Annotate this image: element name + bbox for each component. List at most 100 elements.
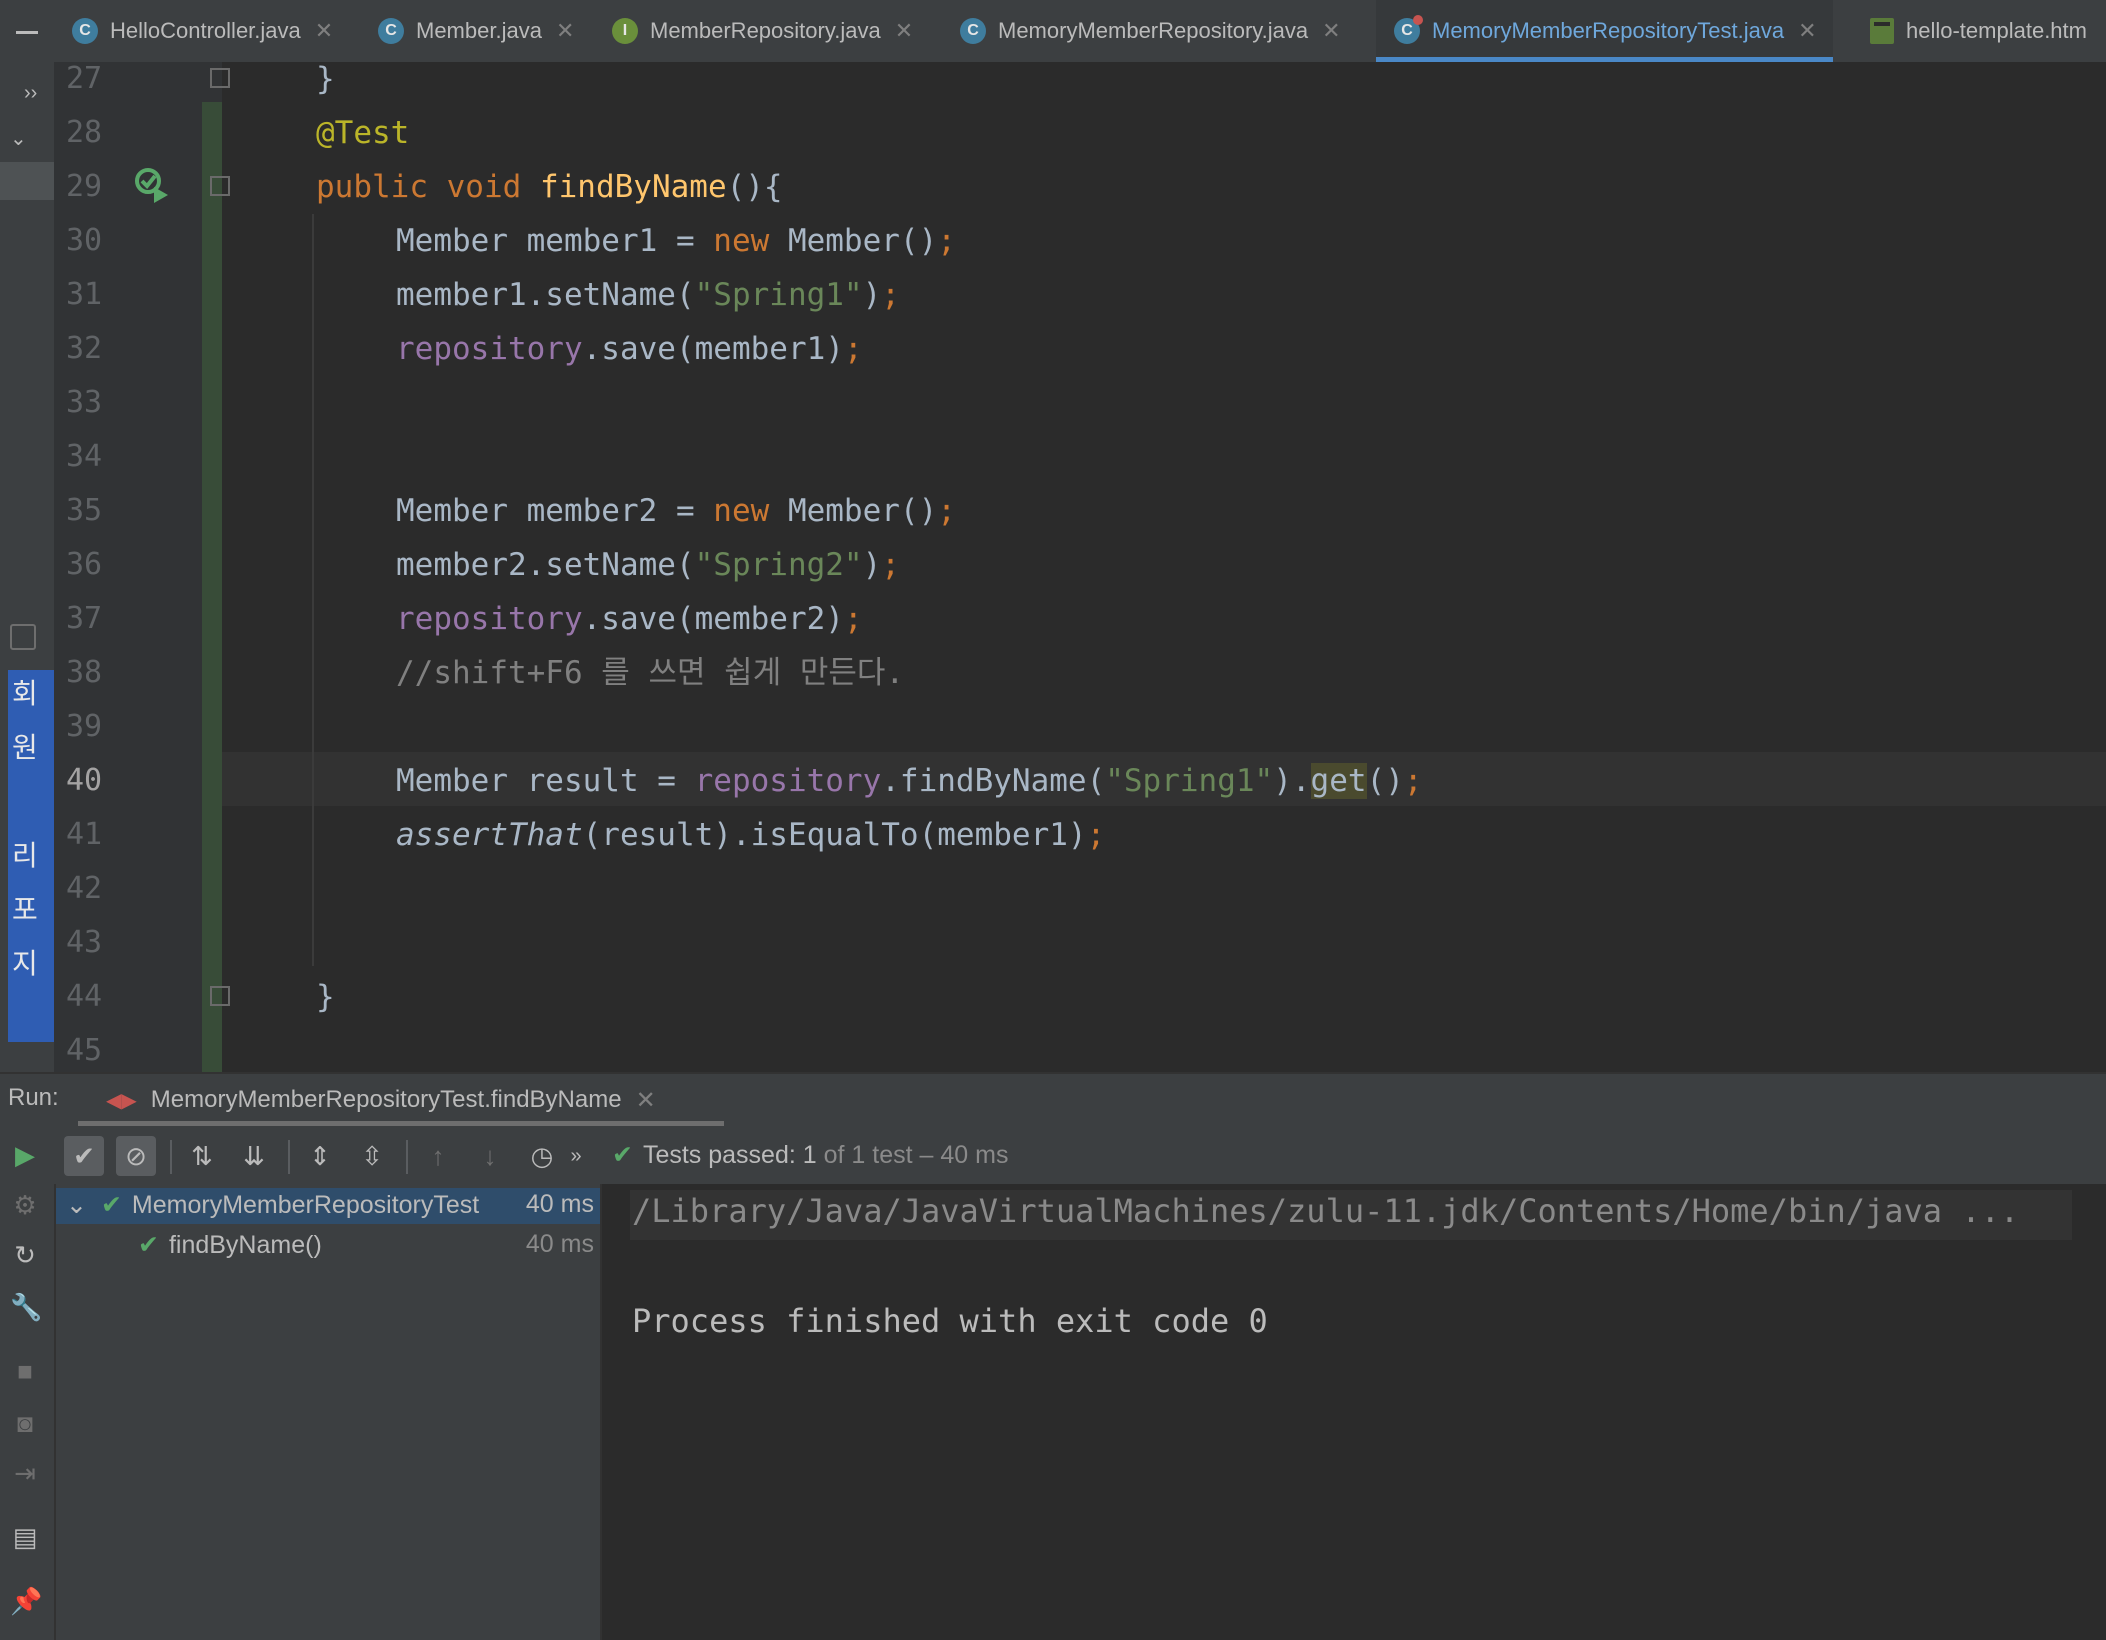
code-line: Member member1 = new Member(); (396, 223, 956, 259)
line-number: 32 (66, 331, 103, 366)
rerun-icon[interactable]: ▶ (10, 1140, 40, 1170)
tree-duration: 40 ms (525, 1230, 594, 1258)
console-exit-line: Process finished with exit code 0 (632, 1302, 1268, 1340)
tab-member[interactable]: C Member.java ✕ (378, 0, 574, 62)
close-icon[interactable]: ✕ (1798, 18, 1816, 44)
sort-by-duration-icon[interactable]: ⇊ (234, 1136, 274, 1176)
next-failed-icon[interactable]: ↓ (470, 1136, 510, 1176)
tab-hello-template[interactable]: hello-template.htm (1870, 0, 2087, 62)
chevron-down-icon[interactable]: ⌄ (10, 126, 27, 151)
line-number: 28 (66, 115, 103, 150)
class-icon: C (72, 18, 98, 44)
code-line: assertThat(result).isEqualTo(member1); (396, 817, 1106, 853)
previous-failed-icon[interactable]: ↑ (418, 1136, 458, 1176)
code-line: member1.setName("Spring1"); (396, 277, 900, 313)
line-number: 42 (66, 871, 103, 906)
test-class-icon: C (1394, 15, 1423, 44)
pin-icon[interactable]: 📌 (10, 1586, 42, 1616)
check-icon: ✔ (100, 1191, 122, 1219)
fold-end-icon[interactable] (210, 986, 232, 1008)
show-ignored-icon[interactable]: ⊘ (116, 1136, 156, 1176)
sort-alphabetically-icon[interactable]: ⇅ (182, 1136, 222, 1176)
status-suffix: of 1 test – 40 ms (823, 1141, 1009, 1169)
korean-char: 리 (12, 840, 38, 871)
line-number: 45 (66, 1033, 103, 1068)
code-line: } (316, 979, 335, 1015)
korean-char: 원 (12, 732, 38, 763)
line-number: 41 (66, 817, 103, 852)
tab-label: HelloController.java (110, 18, 301, 43)
line-number: 34 (66, 439, 103, 474)
expand-chevron-icon[interactable]: ›› (24, 82, 37, 105)
more-icon[interactable]: » (564, 1136, 588, 1176)
history-icon[interactable]: ◷ (522, 1136, 562, 1176)
line-number: 37 (66, 601, 103, 636)
code-line: Member member2 = new Member(); (396, 493, 956, 529)
wrench-icon[interactable]: 🔧 (10, 1292, 42, 1322)
collapse-all-icon[interactable]: ⇳ (352, 1136, 392, 1176)
code-line-current: Member result = repository.findByName("S… (396, 763, 1423, 799)
line-number: 31 (66, 277, 103, 312)
status-prefix: Tests passed: (642, 1141, 796, 1169)
korean-char: 회 (12, 678, 38, 709)
tab-label: MemoryMemberRepositoryTest.java (1432, 18, 1785, 43)
vcs-change-marker (202, 102, 222, 1072)
run-tab-label: MemoryMemberRepositoryTest.findByName (150, 1086, 622, 1113)
exit-icon[interactable]: ⇥ (10, 1458, 40, 1488)
rerun-failed-icon[interactable]: ↻ (10, 1240, 40, 1270)
layout-icon[interactable]: ▤ (10, 1522, 40, 1552)
tab-label: MemoryMemberRepository.java (998, 18, 1309, 43)
close-icon[interactable]: ✕ (1322, 18, 1340, 44)
toolbar-separator (288, 1140, 290, 1174)
show-passed-icon[interactable]: ✔ (64, 1136, 104, 1176)
expand-all-icon[interactable]: ⇕ (300, 1136, 340, 1176)
line-number: 33 (66, 385, 103, 420)
close-icon[interactable]: ✕ (895, 18, 913, 44)
close-icon[interactable]: ✕ (556, 18, 574, 44)
code-line: } (316, 61, 335, 97)
tab-memory-member-repository[interactable]: C MemoryMemberRepository.java ✕ (960, 0, 1341, 62)
close-icon[interactable]: ✕ (315, 18, 333, 44)
tree-row-test-class[interactable]: ⌄ ✔ MemoryMemberRepositoryTest 40 ms (66, 1190, 594, 1220)
checkbox[interactable] (10, 624, 36, 650)
run-test-gutter-icon[interactable] (132, 165, 172, 205)
console-command-line[interactable]: /Library/Java/JavaVirtualMachines/zulu-1… (632, 1192, 2019, 1230)
code-comment: //shift+F6 를 쓰면 쉽게 만든다. (396, 655, 905, 691)
status-count: 1 (802, 1141, 817, 1169)
tree-duration: 40 ms (525, 1190, 594, 1218)
tab-label: Member.java (416, 18, 542, 43)
tree-row-test-method[interactable]: ✔ findByName() 40 ms (138, 1230, 594, 1260)
project-panel-strip: ›› ⌄ 회 원 리 포 지 C (0, 62, 54, 1122)
class-icon: C (960, 18, 986, 44)
line-number: 36 (66, 547, 103, 582)
chevron-down-icon[interactable]: ⌄ (66, 1191, 87, 1219)
run-label: Run: (8, 1084, 59, 1111)
tree-label: findByName() (168, 1231, 322, 1259)
toolbar-separator (170, 1140, 172, 1174)
line-number: 30 (66, 223, 103, 258)
indent-guide (312, 214, 314, 966)
fold-start-icon[interactable] (210, 176, 232, 198)
tab-memory-member-repository-test[interactable]: C MemoryMemberRepositoryTest.java ✕ (1376, 0, 1833, 62)
html-file-icon (1870, 18, 1894, 44)
interface-icon: I (612, 18, 638, 44)
camera-icon[interactable]: ◙ (10, 1408, 40, 1438)
line-number: 35 (66, 493, 103, 528)
stop-icon[interactable]: ■ (10, 1356, 40, 1386)
line-number: 43 (66, 925, 103, 960)
debug-icon[interactable]: ⚙ (10, 1190, 40, 1220)
run-side-toolbar: ▶ ⚙ ↻ 🔧 ■ ◙ ⇥ ▤ 📌 (0, 1128, 56, 1640)
korean-char: 포 (12, 894, 38, 925)
line-number: 44 (66, 979, 103, 1014)
run-config-tab[interactable]: ◀▶ MemoryMemberRepositoryTest.findByName… (80, 1072, 656, 1128)
tab-label: MemberRepository.java (650, 18, 881, 43)
hide-panel-button[interactable] (0, 0, 54, 62)
selected-tree-row[interactable] (0, 162, 54, 200)
line-number: 27 (66, 61, 103, 96)
close-icon[interactable]: ✕ (636, 1086, 656, 1115)
tab-member-repository[interactable]: I MemberRepository.java ✕ (612, 0, 913, 62)
test-config-icon: ◀▶ (106, 1089, 137, 1112)
fold-end-icon[interactable] (210, 68, 232, 90)
test-status: ✔ Tests passed: 1 of 1 test – 40 ms (612, 1140, 1008, 1170)
console-output[interactable] (602, 1184, 2106, 1640)
